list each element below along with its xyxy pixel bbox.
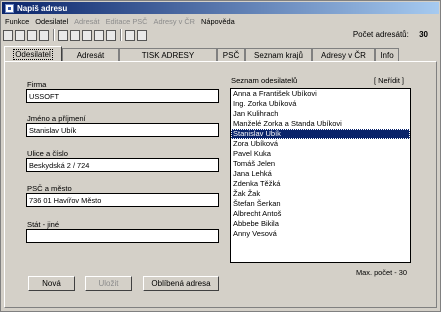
key-icon[interactable] — [137, 29, 147, 41]
down-arrow-icon[interactable] — [94, 29, 104, 41]
open-folder-icon[interactable] — [15, 29, 25, 41]
list-item[interactable]: Žak Žak — [231, 189, 410, 199]
jmeno-field[interactable]: Stanislav Ubík — [26, 123, 219, 137]
toolbar-separator — [53, 29, 55, 41]
tab-odesilatel[interactable]: Odesilatel — [4, 46, 62, 62]
delete-icon[interactable] — [39, 29, 49, 41]
new-file-icon[interactable] — [3, 29, 13, 41]
nefidit-link[interactable]: [ Neřídit ] — [374, 76, 404, 85]
psc-label: PSČ a město — [27, 184, 72, 193]
tab-adresat[interactable]: Adresát — [62, 48, 119, 62]
menu-bar: Funkce Odesilatel Adresát Editace PSČ Ad… — [2, 15, 439, 27]
export-icon[interactable] — [125, 29, 135, 41]
copy-icon[interactable] — [70, 29, 80, 41]
menu-odesilatel[interactable]: Odesilatel — [35, 17, 68, 26]
ulice-field[interactable]: Beskydská 2 / 724 — [26, 158, 219, 172]
list-item[interactable]: Tomáš Jelen — [231, 159, 410, 169]
list-item[interactable]: Manželé Zorka a Standa Ubíkovi — [231, 119, 410, 129]
favorite-address-button[interactable]: Oblíbená adresa — [143, 276, 219, 291]
ulice-label: Ulice a číslo — [27, 149, 68, 158]
menu-napoveda[interactable]: Nápověda — [201, 17, 235, 26]
list-item-selected[interactable]: Stanislav Ubík — [231, 129, 410, 139]
list-item[interactable]: Pavel Kuka — [231, 149, 410, 159]
list-item[interactable]: Anny Vesová — [231, 229, 410, 239]
stat-label: Stát - jiné — [27, 220, 60, 229]
new-button[interactable]: Nová — [28, 276, 75, 291]
menu-adresy-v-cr[interactable]: Adresy v ČR — [154, 17, 195, 26]
list-icon[interactable] — [27, 29, 37, 41]
menu-adresat[interactable]: Adresát — [74, 17, 99, 26]
list-item[interactable]: Anna a František Ubíkovi — [231, 89, 410, 99]
firma-label: Firma — [27, 80, 47, 89]
edit-icon[interactable] — [106, 29, 116, 41]
senders-label: Seznam odesilatelů — [231, 76, 298, 85]
tab-info[interactable]: Info — [375, 48, 399, 62]
app-icon — [5, 3, 14, 13]
toolbar-separator — [120, 29, 122, 41]
save-button[interactable]: Uložit — [85, 276, 132, 291]
senders-listbox[interactable]: Anna a František Ubíkovi Ing. Zorka Ubík… — [230, 88, 411, 263]
tab-psc[interactable]: PSČ — [217, 48, 245, 62]
title-bar: Napiš adresu — [2, 2, 439, 14]
tab-strip: Odesilatel Adresát TISK ADRESY PSČ Sezna… — [4, 45, 437, 62]
list-item[interactable]: Ing. Zorka Ubíková — [231, 99, 410, 109]
firma-field[interactable]: USSOFT — [26, 89, 219, 103]
list-item[interactable]: Zdenka Těžká — [231, 179, 410, 189]
tab-tisk-adresy[interactable]: TISK ADRESY — [119, 48, 217, 62]
print-icon[interactable] — [58, 29, 68, 41]
tab-adresy-v-cr[interactable]: Adresy v ČR — [312, 48, 375, 62]
list-item[interactable]: Jana Lehká — [231, 169, 410, 179]
list-item[interactable]: Albrecht Antoš — [231, 209, 410, 219]
psc-field[interactable]: 736 01 Havířov Město — [26, 193, 219, 207]
paste-icon[interactable] — [82, 29, 92, 41]
list-item[interactable]: Štefan Šerkan — [231, 199, 410, 209]
recipient-count-value: 30 — [419, 30, 428, 39]
jmeno-label: Jméno a příjmení — [27, 114, 86, 123]
menu-editace-psc[interactable]: Editace PSČ — [106, 17, 148, 26]
app-window: Napiš adresu Funkce Odesilatel Adresát E… — [0, 0, 441, 312]
list-item[interactable]: Jan Kulihrach — [231, 109, 410, 119]
recipient-count: Počet adresátů: 30 — [353, 30, 428, 39]
stat-field[interactable] — [26, 229, 219, 243]
list-item[interactable]: Zora Ubíková — [231, 139, 410, 149]
max-count: Max. počet - 30 — [356, 268, 407, 277]
menu-funkce[interactable]: Funkce — [5, 17, 29, 26]
window-title: Napiš adresu — [17, 3, 68, 13]
recipient-count-label: Počet adresátů: — [352, 30, 409, 39]
list-item[interactable]: Abbebe Bikila — [231, 219, 410, 229]
tab-seznam-kraju[interactable]: Seznam krajů — [245, 48, 312, 62]
